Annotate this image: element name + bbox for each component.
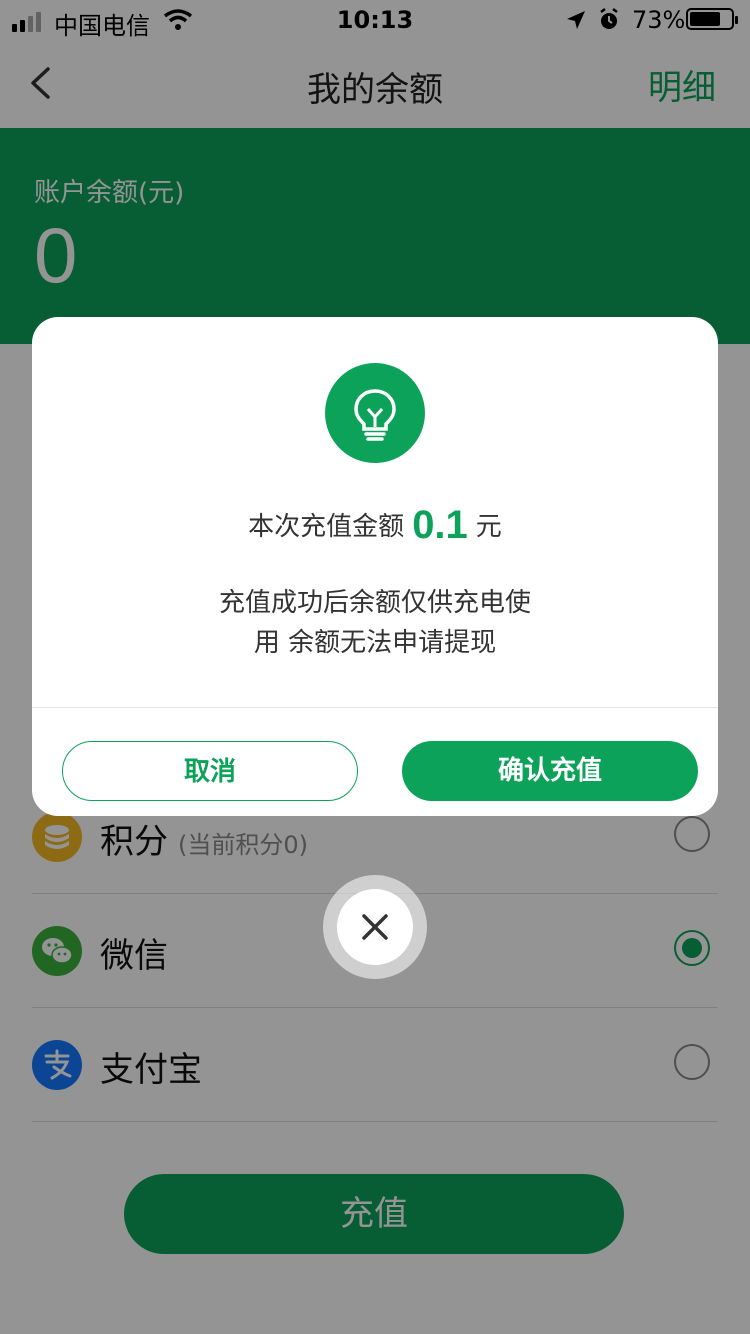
confirm-recharge-button[interactable]: 确认充值 xyxy=(402,741,698,801)
dialog-divider xyxy=(32,707,718,708)
lightbulb-icon xyxy=(325,363,425,463)
close-icon xyxy=(362,914,388,940)
amount-unit: 元 xyxy=(475,512,502,542)
amount-prefix: 本次充值金额 xyxy=(248,512,405,542)
notice-line-1: 充值成功后余额仅供充电使 xyxy=(218,588,531,618)
close-dialog-button[interactable] xyxy=(323,875,427,979)
recharge-notice: 充值成功后余额仅供充电使 用 余额无法申请提现 xyxy=(32,583,718,663)
cancel-button[interactable]: 取消 xyxy=(62,741,358,801)
recharge-amount-line: 本次充值金额 0.1 元 xyxy=(32,503,718,548)
amount-value: 0.1 xyxy=(412,503,468,547)
notice-line-2: 用 余额无法申请提现 xyxy=(253,628,497,658)
recharge-confirm-dialog: 本次充值金额 0.1 元 充值成功后余额仅供充电使 用 余额无法申请提现 取消 确认… xyxy=(32,317,718,816)
